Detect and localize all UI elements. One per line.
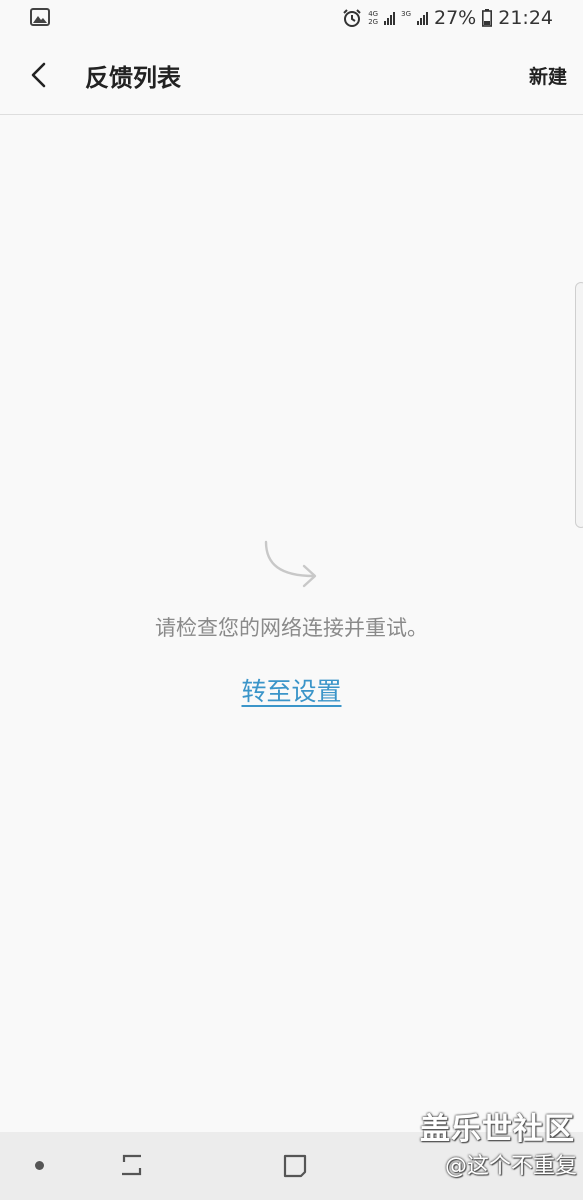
sim1-signal-icon xyxy=(384,11,396,25)
dot-icon[interactable] xyxy=(35,1161,44,1170)
app-header: 反馈列表 新建 xyxy=(0,36,583,115)
sim2-signal-icon xyxy=(417,11,428,25)
curved-arrow-icon xyxy=(264,540,317,588)
home-square-icon[interactable] xyxy=(282,1152,308,1180)
status-indicators: 4G 2G 3G 27% 21:24 xyxy=(342,5,553,31)
page-title: 反馈列表 xyxy=(85,64,181,92)
alarm-icon xyxy=(343,9,361,27)
scroll-handle[interactable] xyxy=(575,282,583,528)
sim1-network-label: 4G 2G xyxy=(368,10,379,26)
watermark-username: @这个不重复 xyxy=(444,1154,577,1179)
go-to-settings-link[interactable]: 转至设置 xyxy=(0,672,583,708)
clock-time: 21:24 xyxy=(498,7,553,29)
battery-percent: 27% xyxy=(434,7,477,29)
recent-apps-icon[interactable] xyxy=(118,1150,146,1180)
image-notification-icon xyxy=(30,8,50,26)
watermark: 盖乐世社区 @这个不重复 xyxy=(410,1104,583,1180)
status-bar: 4G 2G 3G 27% 21:24 xyxy=(0,0,583,36)
watermark-community-name: 盖乐世社区 xyxy=(420,1112,575,1147)
battery-icon xyxy=(482,9,493,27)
network-error-message: 请检查您的网络连接并重试。 xyxy=(155,616,428,640)
sim2-network-label: 3G xyxy=(401,10,411,18)
new-button[interactable]: 新建 xyxy=(529,62,567,89)
chevron-left-icon[interactable] xyxy=(20,56,58,94)
